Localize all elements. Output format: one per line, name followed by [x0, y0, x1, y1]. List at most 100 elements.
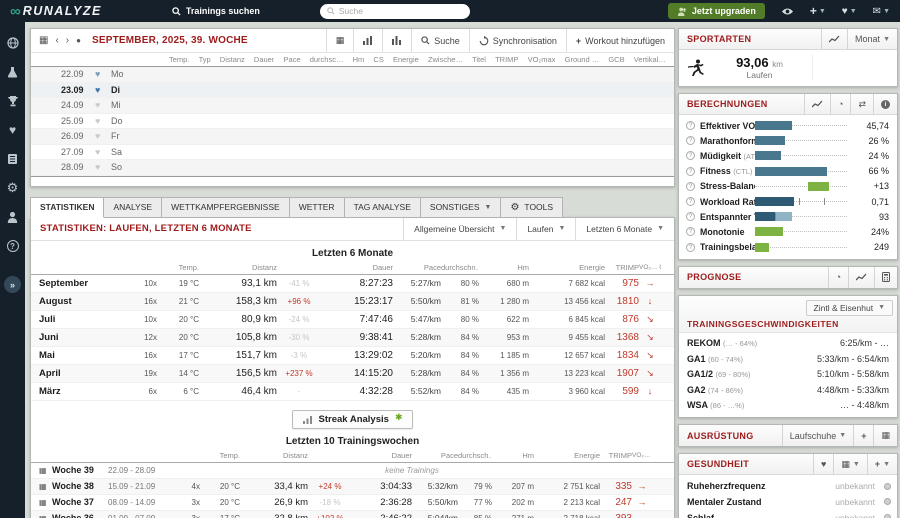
help-circle-icon[interactable]: ?: [686, 212, 695, 222]
calendar-day-row[interactable]: 25.09 ♥ Do: [31, 114, 674, 129]
help-circle-icon[interactable]: ?: [686, 121, 695, 131]
search-trainings-button[interactable]: Suche: [411, 29, 469, 52]
metric-row[interactable]: ? Müdigkeit (ATL) 24 %: [679, 148, 897, 163]
health-add-dropdown[interactable]: + ▼: [866, 454, 897, 475]
sportarten-chart-button[interactable]: [821, 29, 847, 49]
trainings-search-button[interactable]: Trainings suchen: [172, 6, 260, 16]
settings-gear-icon[interactable]: ⚙: [6, 180, 20, 195]
sidebar-expand-button[interactable]: »: [4, 276, 21, 293]
month-row[interactable]: September 10x 19 °C 93,1 km -41 % 8:27:23 5:27…: [31, 275, 674, 293]
trophy-icon[interactable]: [6, 94, 20, 108]
upgrade-button[interactable]: Jetzt upgraden: [667, 3, 765, 19]
metric-row[interactable]: ? Workload Ratio (A:C) 0,71: [679, 194, 897, 209]
berechnungen-chart-button[interactable]: [804, 94, 830, 114]
month-row[interactable]: August 16x 21 °C 158,3 km +96 % 15:23:17 5:50/…: [31, 292, 674, 311]
help-circle-icon[interactable]: ?: [686, 197, 695, 207]
health-table-dropdown[interactable]: ▦ ▼: [833, 454, 866, 475]
heart-icon[interactable]: ♥: [95, 147, 111, 157]
heart-icon[interactable]: ♥: [95, 100, 111, 110]
berechnungen-gauge-button[interactable]: ◔: [830, 94, 850, 114]
tab-tag-analyse[interactable]: TAG ANALYSE: [344, 196, 421, 218]
help-circle-icon[interactable]: ?: [686, 181, 695, 191]
month-row[interactable]: Juni 12x 20 °C 105,8 km -30 % 9:38:41 5:28/km 8…: [31, 328, 674, 347]
calendar-view-button[interactable]: ▦: [325, 29, 354, 52]
calendar-day-row[interactable]: 23.09 ♥ Di: [31, 82, 674, 98]
synchronisation-button[interactable]: Synchronisation: [468, 29, 566, 52]
tab-wetter[interactable]: WETTER: [289, 196, 345, 218]
equipment-type-dropdown[interactable]: Laufschuhe ▼: [781, 425, 853, 447]
help-circle-icon[interactable]: ?: [686, 242, 695, 252]
journal-book-icon[interactable]: [6, 152, 20, 166]
tab-statistiken[interactable]: STATISTIKEN: [30, 196, 105, 218]
help-circle-icon[interactable]: ?: [686, 151, 695, 161]
health-row[interactable]: Ruheherzfrequenz unbekannt: [679, 478, 897, 494]
calendar-day-row[interactable]: 22.09 ♥ Mo: [31, 67, 674, 83]
calendar-title[interactable]: SEPTEMBER, 2025, 39. WOCHE: [92, 35, 248, 46]
equipment-table-button[interactable]: ▦: [873, 425, 897, 447]
month-row[interactable]: Juli 10x 20 °C 80,9 km -24 % 7:47:46 5:47/km 80…: [31, 311, 674, 329]
metric-row[interactable]: ? Effektiver VO2max 45,74: [679, 118, 897, 133]
prognose-chart-button[interactable]: [848, 266, 874, 288]
lab-flask-icon[interactable]: [6, 65, 20, 79]
health-heart-button[interactable]: ♥: [813, 454, 833, 475]
bar-chart2-icon-button[interactable]: [382, 29, 411, 52]
filter-range-dropdown[interactable]: Letzten 6 Monate ▼: [575, 217, 674, 240]
filter-overview-dropdown[interactable]: Allgemeine Übersicht ▼: [403, 217, 516, 240]
bar-chart-icon-button[interactable]: [353, 29, 382, 52]
prognose-calculator-button[interactable]: [874, 266, 897, 288]
streak-analysis-button[interactable]: Streak Analysis ✱: [291, 409, 414, 429]
tab-analyse[interactable]: ANALYSE: [104, 196, 163, 218]
account-user-icon[interactable]: [6, 210, 20, 224]
calendar-icon[interactable]: ▦: [39, 35, 48, 46]
metric-row[interactable]: ? Trainingsbelastung 249: [679, 240, 897, 255]
add-workout-button[interactable]: + Workout hinzufügen: [565, 29, 674, 52]
add-menu-button[interactable]: + ▼: [810, 4, 826, 18]
calendar-day-row[interactable]: 26.09 ♥ Fr: [31, 129, 674, 145]
next-week-button[interactable]: ›: [66, 35, 69, 46]
tab-tools[interactable]: ⚙ TOOLS: [501, 196, 564, 218]
dashboard-globe-icon[interactable]: [6, 36, 20, 50]
month-row[interactable]: Mai 16x 17 °C 151,7 km -3 % 13:29:02 5:20/km 84…: [31, 347, 674, 365]
metric-row[interactable]: ? Marathonform 26 %: [679, 133, 897, 148]
info-icon-button[interactable]: i: [873, 94, 897, 114]
week-row[interactable]: ▦ Woche 38 15.09 - 21.09 4x 20 °C 33,4 km +24 …: [31, 478, 674, 495]
week-row[interactable]: ▦ Woche 37 08.09 - 14.09 3x 20 °C 26,9 km -18 …: [31, 495, 674, 511]
help-circle-icon[interactable]: ?: [686, 166, 695, 176]
health-heart-icon[interactable]: ♥: [6, 123, 20, 137]
global-search-input[interactable]: [338, 6, 463, 16]
visibility-eye-icon[interactable]: [781, 7, 794, 16]
messages-menu-button[interactable]: ✉ ▼: [873, 6, 890, 17]
metric-row[interactable]: ? Stress-Balance (TSB) +13: [679, 179, 897, 194]
prev-week-button[interactable]: ‹: [55, 35, 58, 46]
heart-icon[interactable]: ♥: [95, 131, 111, 141]
prognose-gauge-button[interactable]: ◔: [827, 266, 848, 288]
runalyze-logo[interactable]: ∞ RUNALYZE: [10, 4, 102, 19]
week-row[interactable]: ▦ Woche 39 22.09 - 28.09 keine Trainings: [31, 463, 674, 479]
help-icon[interactable]: ?: [6, 239, 20, 253]
metric-row[interactable]: ? Entspannter TRIMP 93: [679, 209, 897, 224]
health-row[interactable]: Schlaf unbekannt: [679, 510, 897, 518]
health-row[interactable]: Mentaler Zustand unbekannt: [679, 494, 897, 510]
speeds-model-dropdown[interactable]: Zintl & Eisenhut ▼: [805, 299, 893, 316]
week-row[interactable]: ▦ Woche 36 01.09 - 07.09 3x 17 °C 32,8 km +102…: [31, 510, 674, 518]
filter-sport-dropdown[interactable]: Laufen ▼: [516, 217, 575, 240]
month-row[interactable]: März 6x 6 °C 46,4 km - 4:32:28 5:52/km 84 % 435 …: [31, 383, 674, 401]
calendar-day-row[interactable]: 28.09 ♥ So: [31, 160, 674, 176]
heart-icon[interactable]: ♥: [95, 162, 111, 172]
add-equipment-button[interactable]: +: [853, 425, 873, 447]
berechnungen-shuffle-button[interactable]: ⇄: [850, 94, 873, 114]
heart-icon[interactable]: ♥: [95, 116, 111, 126]
health-menu-button[interactable]: ♥ ▼: [842, 6, 857, 17]
calendar-day-row[interactable]: 24.09 ♥ Mi: [31, 98, 674, 114]
tab-wettkampfergebnisse[interactable]: WETTKAMPFERGEBNISSE: [162, 196, 290, 218]
month-row[interactable]: April 19x 14 °C 156,5 km +237 % 14:15:20 5:28/…: [31, 364, 674, 383]
metric-row[interactable]: ? Monotonie 24%: [679, 224, 897, 239]
sportarten-body[interactable]: 93,06 km Laufen: [679, 50, 897, 86]
today-dot-icon[interactable]: ●: [76, 36, 81, 45]
calendar-day-row[interactable]: 27.09 ♥ Sa: [31, 145, 674, 160]
metric-row[interactable]: ? Fitness (CTL) 66 %: [679, 164, 897, 179]
tab-sonstiges[interactable]: SONSTIGES ▼: [420, 196, 502, 218]
help-circle-icon[interactable]: ?: [686, 136, 695, 146]
heart-icon[interactable]: ♥: [95, 69, 111, 79]
sportarten-period-dropdown[interactable]: Monat ▼: [847, 29, 897, 49]
